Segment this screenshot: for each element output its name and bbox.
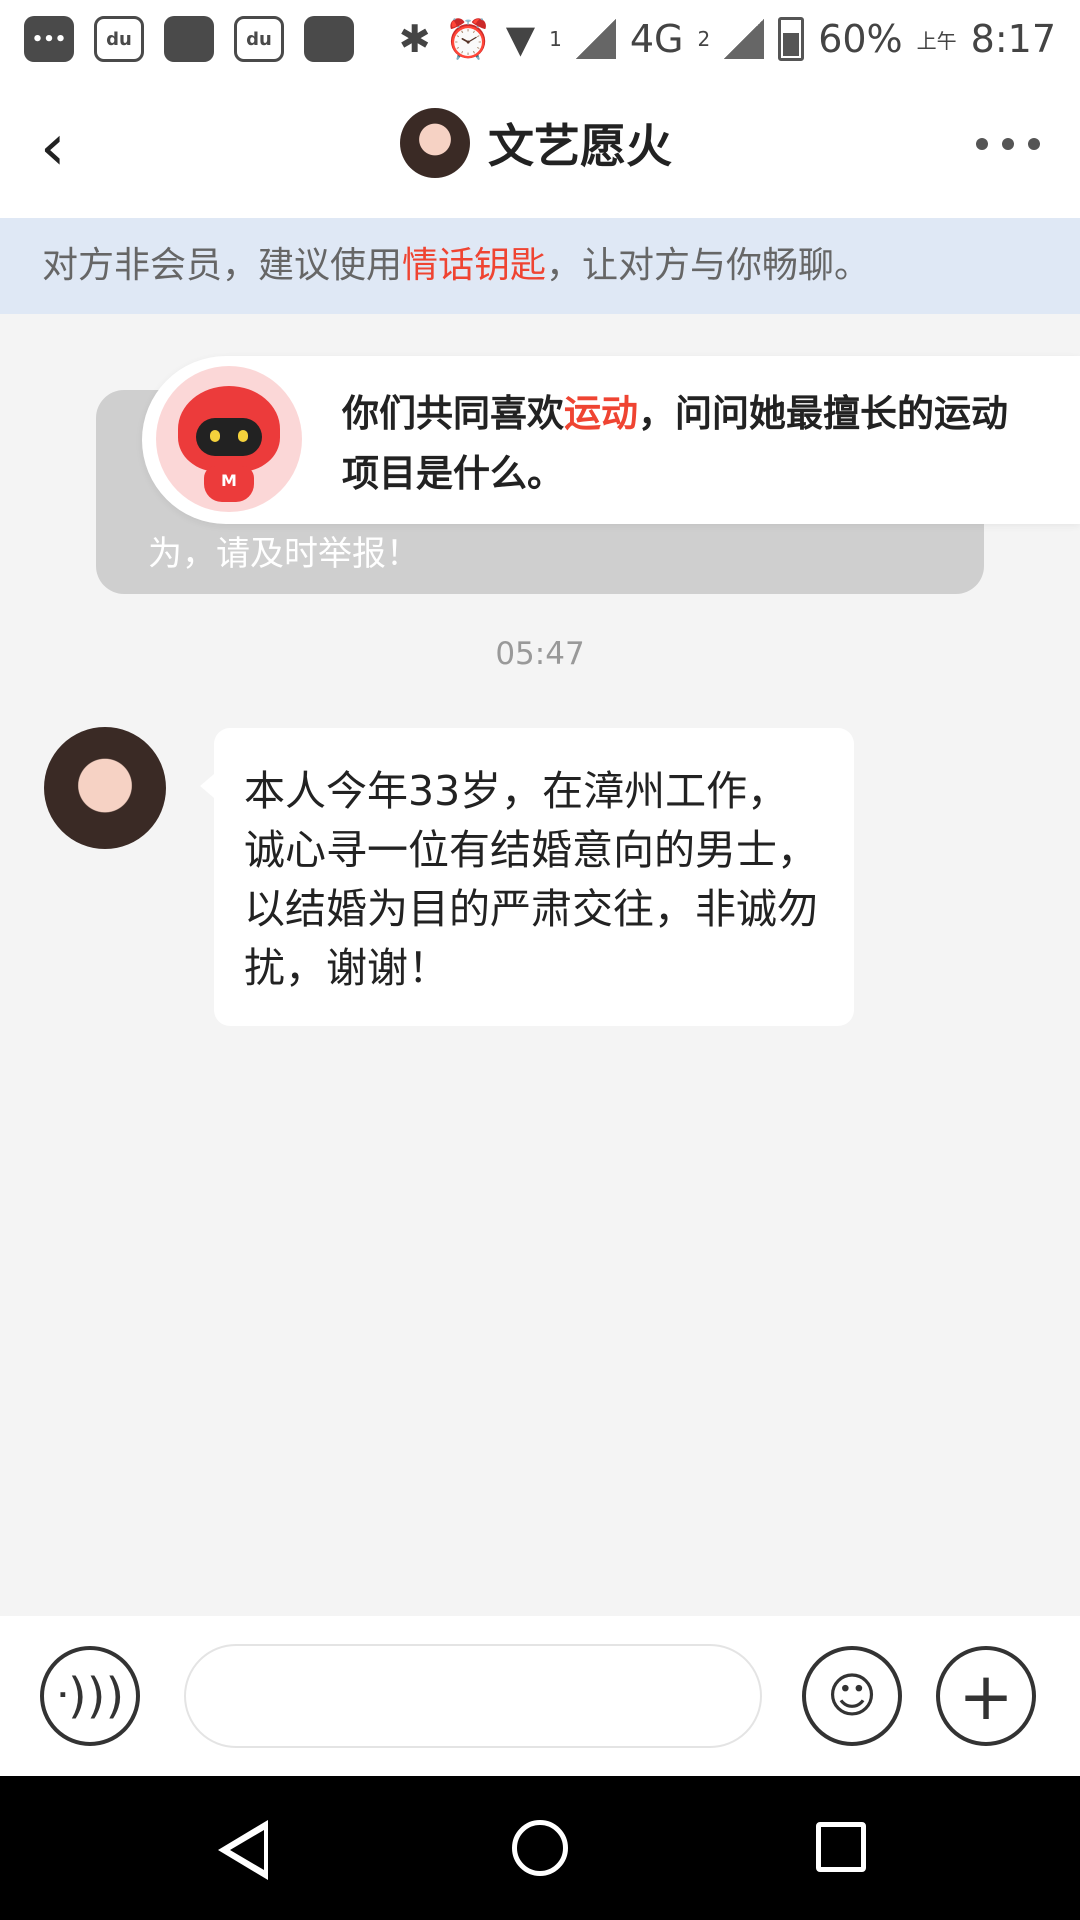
mascot-eye [238,430,248,442]
more-dot [1028,138,1040,150]
wifi-icon: ▼ [505,17,536,61]
input-bar: ᐧ))) ☺ + [0,1616,1080,1776]
message-app-icon: ••• [24,16,74,62]
sender-avatar[interactable] [44,727,166,849]
nav-recents-icon[interactable] [816,1822,866,1872]
mascot-head [178,386,280,472]
message-timestamp: 05:47 [495,636,585,672]
voice-icon[interactable]: ᐧ))) [40,1646,140,1746]
more-dot [1002,138,1014,150]
header-title-group[interactable]: 文艺愿火 [400,108,672,178]
baidu-icon: du [94,16,144,62]
status-bar: ••• du du ✱ ⏰ ▼ 1 4G 2 60% 上午 8:17 [0,0,1080,78]
signal-icon [724,19,765,59]
message-bubble[interactable]: 本人今年33岁，在漳州工作，诚心寻一位有结婚意向的男士，以结婚为目的严肃交往，非… [200,728,854,1026]
network-a-label: 1 [549,27,562,51]
tip-line2: 项目是什么。 [342,452,564,495]
tip-line1-suffix: ，问问她最擅长的运动 [638,392,1008,435]
love-key-link[interactable]: 情话钥匙 [402,245,546,286]
emoji-icon[interactable]: ☺ [802,1646,902,1746]
tip-text: 你们共同喜欢运动，问问她最擅长的运动 项目是什么。 [342,384,1062,504]
network-b-label: 4G [629,17,684,61]
nav-back-icon[interactable] [218,1820,268,1880]
clock: 8:17 [970,17,1056,61]
back-arrow-icon[interactable]: ‹ [40,116,88,180]
network-b-sub: 2 [697,27,711,51]
topic-suggestion-tip[interactable]: M 你们共同喜欢运动，问问她最擅长的运动 项目是什么。 [142,356,1080,524]
nav-home-icon[interactable] [512,1820,568,1876]
banner-prefix: 对方非会员，建议使用 [42,245,403,286]
signal-icon [575,19,616,59]
alarm-icon: ⏰ [444,16,492,61]
tip-interest: 运动 [564,392,638,435]
avatar[interactable] [400,108,470,178]
am-pm-label: 上午 [916,28,957,53]
message-input[interactable] [184,1644,762,1748]
mascot-eye [210,430,220,442]
more-dots-icon[interactable] [976,138,1040,150]
more-dot [976,138,988,150]
membership-banner: 对方非会员，建议使用情话钥匙，让对方与你畅聊。 [0,218,1080,314]
notice-text: 为，请及时举报！ [148,534,420,574]
baidu-icon: du [234,16,284,62]
mascot-face [196,418,262,456]
mascot-body: M [204,466,254,502]
battery-icon [778,17,805,61]
bluetooth-icon: ✱ [398,17,431,61]
app-icon [164,16,214,62]
system-nav-bar [0,1776,1080,1920]
app-icon [304,16,354,62]
tip-line1-prefix: 你们共同喜欢 [342,392,564,435]
chat-header: ‹ 文艺愿火 [0,78,1080,218]
mascot-icon: M [156,366,302,512]
page-title: 文艺愿火 [488,119,672,173]
battery-percent: 60% [818,17,903,61]
plus-icon[interactable]: + [936,1646,1036,1746]
banner-suffix: ，让对方与你畅聊。 [546,245,871,286]
